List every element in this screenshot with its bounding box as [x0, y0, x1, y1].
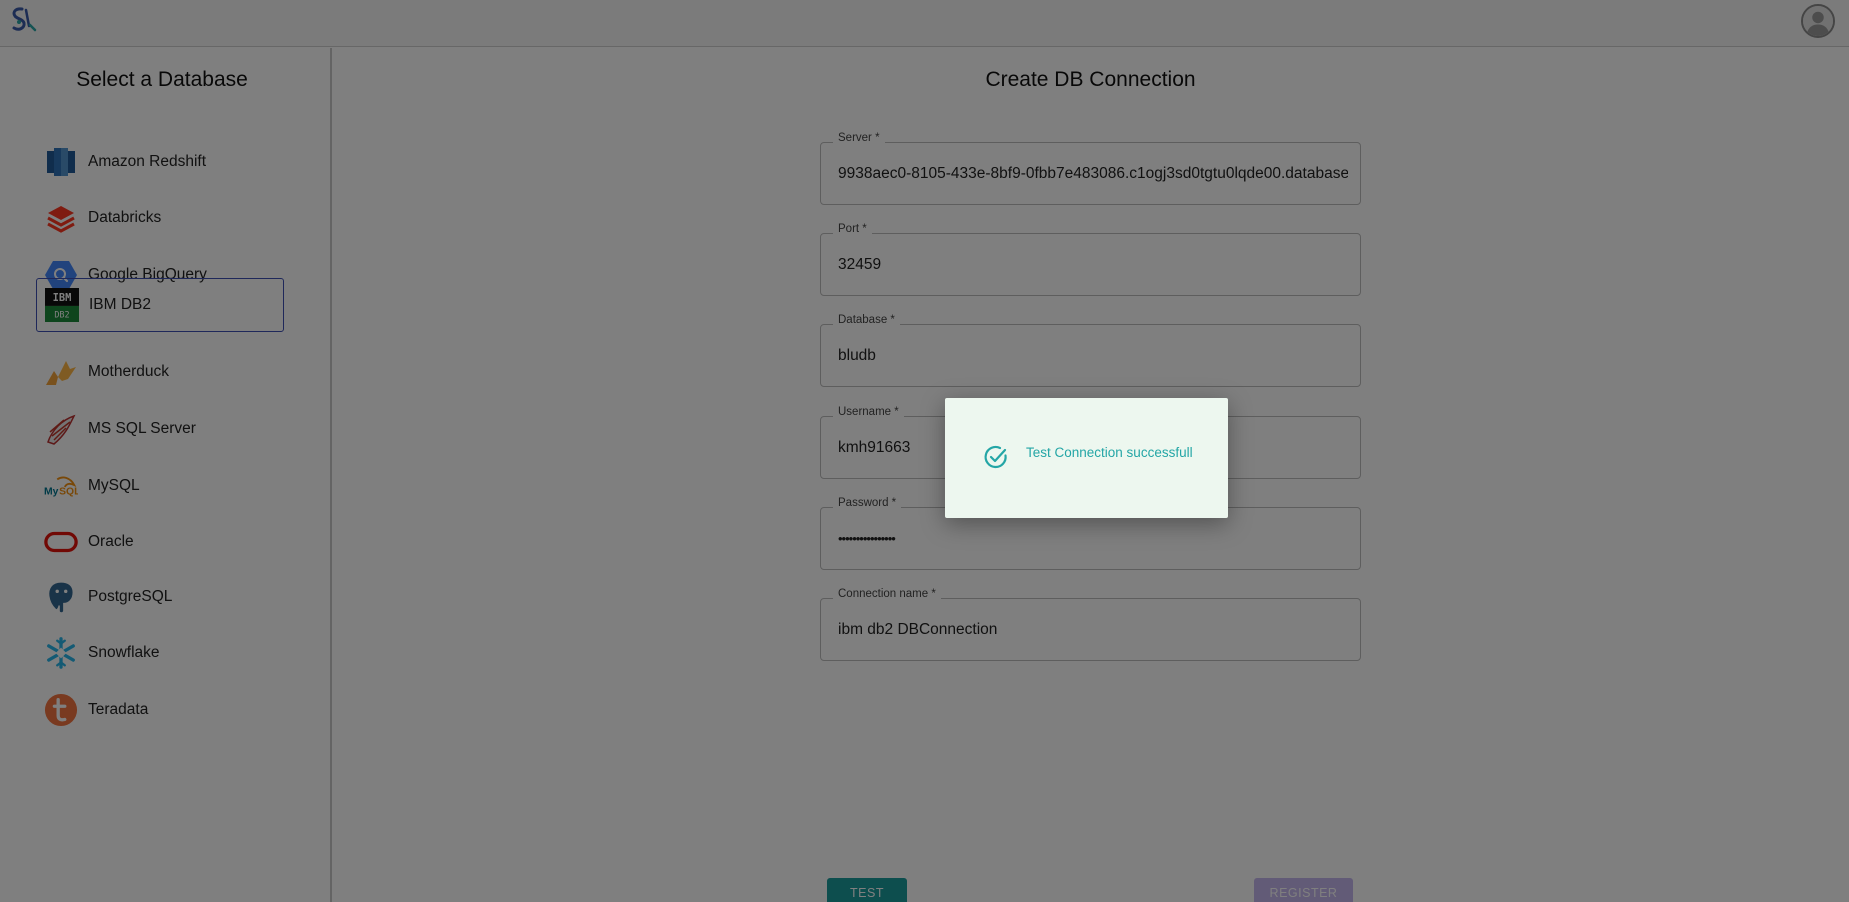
- check-circle-icon: [983, 444, 1009, 470]
- modal-backdrop[interactable]: [0, 0, 1849, 902]
- test-connection-dialog: Test Connection successfull: [945, 398, 1228, 518]
- toast-message: Test Connection successfull: [1026, 445, 1193, 460]
